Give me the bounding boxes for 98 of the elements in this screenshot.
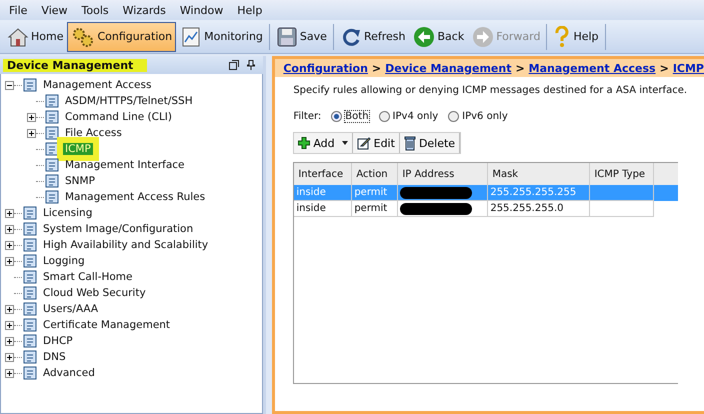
tree-item-icon <box>22 205 38 221</box>
toolbar-button[interactable]: Back <box>409 22 468 52</box>
breadcrumb-separator: > <box>372 62 382 74</box>
plus-icon <box>298 137 310 149</box>
description-text: Specify rules allowing or denying ICMP messages destined for a ASA interface. <box>293 85 688 96</box>
expand-toggle[interactable] <box>27 112 36 122</box>
radio-button[interactable] <box>448 111 460 122</box>
radio-button[interactable] <box>378 111 390 122</box>
table-cell: 255.255.255.255 <box>490 187 576 198</box>
expand-toggle[interactable] <box>5 224 14 234</box>
tree-item[interactable]: High Availability and Scalability <box>41 239 210 251</box>
action-button[interactable]: Delete <box>400 133 460 153</box>
table-cell: inside <box>296 203 326 214</box>
toolbar-button[interactable]: Refresh <box>336 22 410 52</box>
tree-item-icon <box>22 301 38 317</box>
toolbar-button[interactable]: Configuration <box>67 22 176 52</box>
expand-toggle[interactable] <box>5 240 14 250</box>
breadcrumb-separator: > <box>515 62 525 74</box>
toolbar-button[interactable]: Help <box>549 22 603 52</box>
tree-item[interactable]: SNMP <box>63 175 97 187</box>
tree-item[interactable]: Users/AAA <box>41 303 100 315</box>
tree-item-icon <box>22 365 38 381</box>
menu-item[interactable]: View <box>41 4 68 16</box>
menu-item[interactable]: Help <box>237 4 262 16</box>
trash-can-icon <box>404 136 416 150</box>
tree-item-icon <box>44 173 60 189</box>
expand-toggle[interactable] <box>5 256 14 266</box>
tree-item-icon <box>22 253 38 269</box>
tree-item-icon <box>44 109 60 125</box>
tree-item[interactable]: Command Line (CLI) <box>63 111 174 123</box>
gears-icon <box>71 26 96 48</box>
tree-item-icon <box>22 333 38 349</box>
tree-item[interactable]: Management Access <box>41 79 154 91</box>
toolbar-button[interactable]: Monitoring <box>176 22 267 52</box>
question-mark-icon <box>553 26 572 48</box>
table-cell: permit <box>354 203 388 214</box>
radio-label[interactable]: IPv4 only <box>392 111 438 122</box>
tree-item[interactable]: Licensing <box>41 207 94 219</box>
table-row[interactable]: inside permit 255.255.255.0 <box>294 201 678 217</box>
panel-title: Device Management <box>3 58 148 72</box>
tree-item[interactable]: DNS <box>41 351 68 363</box>
tree-item-icon <box>22 285 38 301</box>
breadcrumb-link[interactable]: ICMP <box>672 62 704 74</box>
expand-toggle[interactable] <box>5 80 14 90</box>
tree-item-icon <box>22 221 38 237</box>
radio-label[interactable]: IPv6 only <box>462 111 508 122</box>
breadcrumb-link[interactable]: Configuration <box>283 62 368 74</box>
pin-icon[interactable] <box>247 60 256 70</box>
tree-item-icon <box>22 349 38 365</box>
menu-item[interactable]: File <box>9 4 28 16</box>
tree-item[interactable]: Advanced <box>41 367 97 379</box>
expand-toggle[interactable] <box>5 208 14 218</box>
breadcrumb-separator: > <box>660 62 669 74</box>
tree-item[interactable]: System Image/Configuration <box>41 223 196 235</box>
action-button[interactable]: Add <box>294 133 353 153</box>
expand-toggle[interactable] <box>5 352 14 362</box>
table-cell: inside <box>296 187 326 198</box>
tree-item-icon <box>44 93 60 109</box>
tree-item[interactable]: Smart Call-Home <box>41 271 134 283</box>
tree-item-icon <box>44 157 60 173</box>
tree-item-icon <box>44 189 60 205</box>
chart-icon <box>180 26 202 48</box>
menu-item[interactable]: Tools <box>82 4 109 16</box>
tree-item[interactable]: Certificate Management <box>41 319 172 331</box>
filter-label: Filter: <box>293 111 322 122</box>
toolbar-button[interactable]: Home <box>3 22 68 52</box>
radio-label[interactable]: Both <box>345 111 369 122</box>
breadcrumb-link[interactable]: Management Access <box>528 62 656 74</box>
tree-item-icon <box>44 125 60 141</box>
tree-item[interactable]: ASDM/HTTPS/Telnet/SSH <box>63 95 195 107</box>
menu-item[interactable]: Window <box>180 4 224 16</box>
tree-item[interactable]: Management Access Rules <box>63 191 208 203</box>
toolbar-button[interactable]: Save <box>272 22 331 52</box>
table-cell: 255.255.255.0 <box>490 203 564 214</box>
dropdown-caret-icon[interactable] <box>342 141 348 145</box>
expand-toggle[interactable] <box>5 336 14 346</box>
action-button[interactable]: Edit <box>352 133 400 153</box>
radio-button[interactable] <box>331 111 342 122</box>
tree-item-icon <box>44 141 60 157</box>
tree-item[interactable]: Management Interface <box>63 159 187 171</box>
expand-toggle[interactable] <box>27 128 36 138</box>
restore-icon[interactable] <box>229 60 240 70</box>
tree-item-icon <box>22 269 38 285</box>
tree-item[interactable]: DHCP <box>41 335 75 347</box>
expand-toggle[interactable] <box>5 320 14 330</box>
tree-item-icon <box>22 77 38 93</box>
expand-toggle[interactable] <box>5 368 14 378</box>
tree-item-icon <box>22 317 38 333</box>
menu-item[interactable]: Wizards <box>122 4 166 16</box>
pencil-icon <box>356 136 371 150</box>
expand-toggle[interactable] <box>5 304 14 314</box>
tree-item[interactable]: Cloud Web Security <box>41 287 148 299</box>
table-cell: permit <box>354 187 388 198</box>
tree-item-icon <box>22 237 38 253</box>
house-icon <box>7 26 29 48</box>
breadcrumb-link[interactable]: Device Management <box>385 62 512 74</box>
tree-item[interactable]: File Access <box>63 127 124 139</box>
tree-item[interactable]: Logging <box>41 255 87 267</box>
